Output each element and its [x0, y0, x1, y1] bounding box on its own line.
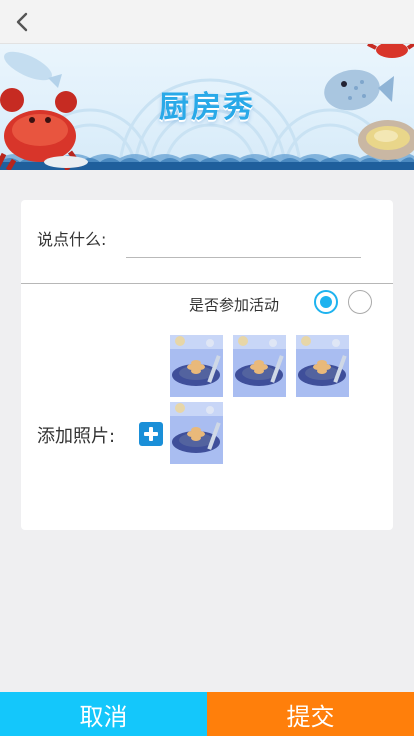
- say-input[interactable]: [126, 218, 361, 258]
- photo-thumbnail-4[interactable]: [170, 402, 223, 464]
- top-bar: [0, 0, 414, 44]
- food-photo: [233, 335, 286, 397]
- photo-thumbnail-3[interactable]: [296, 335, 349, 397]
- food-photo: [170, 335, 223, 397]
- activity-radio-yes[interactable]: [314, 290, 338, 314]
- photo-thumbnail-2[interactable]: [233, 335, 286, 397]
- food-photo: [296, 335, 349, 397]
- photo-thumbnail-1[interactable]: [170, 335, 223, 397]
- chevron-left-icon: [16, 12, 28, 31]
- add-photo-button[interactable]: [139, 422, 163, 446]
- app-screen: 厨房秀 说点什么: 是否参加活动 添加照片: 取消 提交: [0, 0, 414, 736]
- food-photo: [170, 402, 223, 464]
- activity-row: 是否参加活动: [21, 290, 393, 318]
- oyster-illustration: [358, 120, 414, 160]
- say-row: 说点什么:: [21, 200, 393, 284]
- banner: 厨房秀: [0, 44, 414, 170]
- say-label: 说点什么:: [37, 230, 107, 249]
- add-photo-label: 添加照片:: [37, 426, 116, 447]
- cancel-button[interactable]: 取消: [0, 692, 207, 736]
- submit-button[interactable]: 提交: [207, 692, 414, 736]
- back-button[interactable]: [0, 0, 44, 44]
- activity-radio-no[interactable]: [348, 290, 372, 314]
- activity-label: 是否参加活动: [189, 296, 280, 314]
- post-form-card: 说点什么: 是否参加活动 添加照片:: [21, 200, 393, 530]
- banner-title: 厨房秀: [159, 90, 255, 125]
